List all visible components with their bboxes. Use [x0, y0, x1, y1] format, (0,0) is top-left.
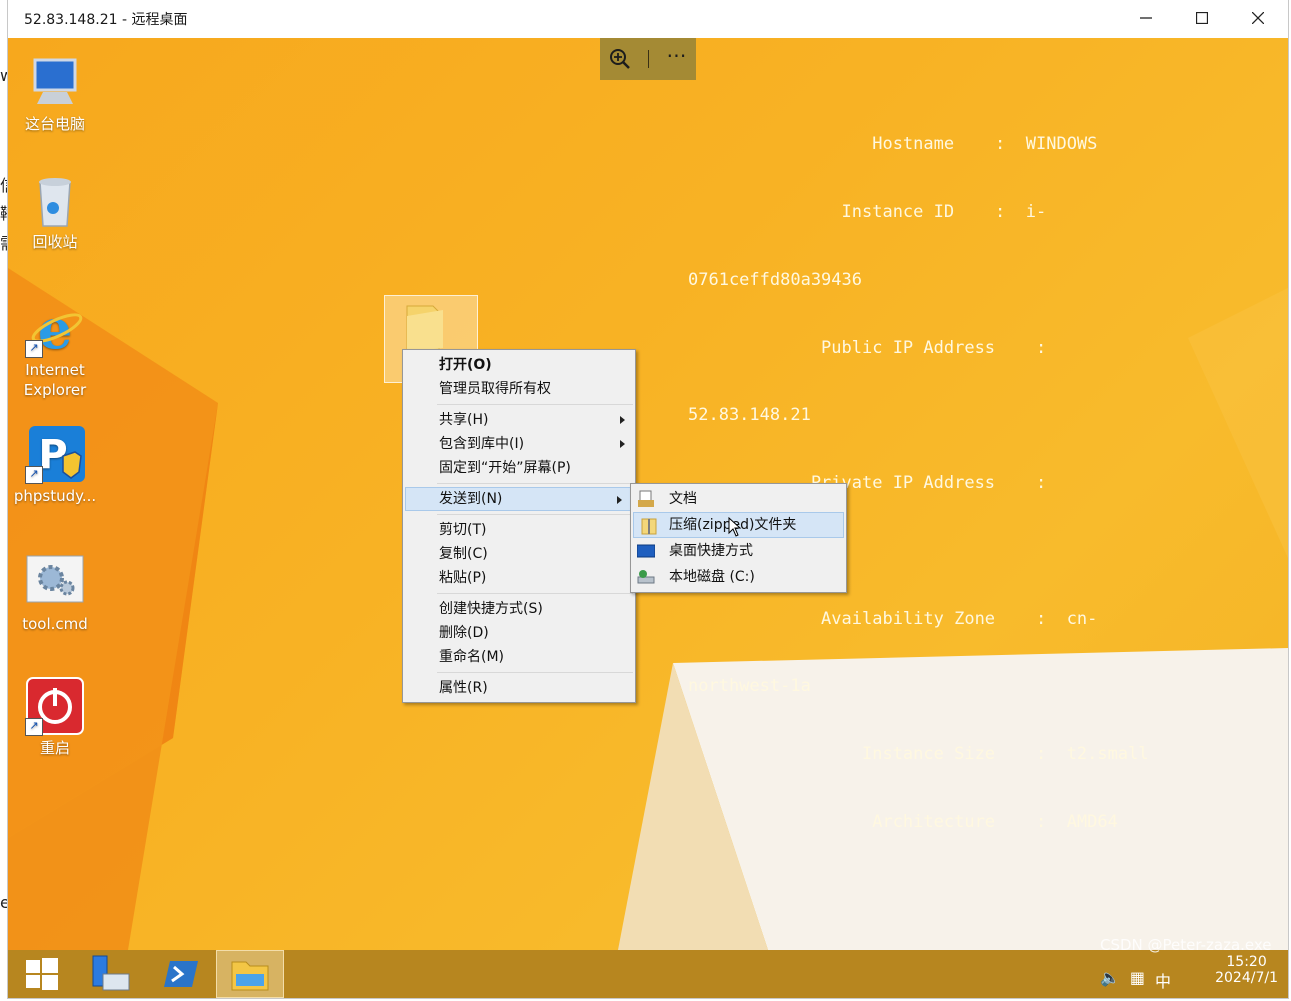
info-line: Availability Zone : cn- [688, 608, 1098, 629]
zoom-in-icon[interactable] [609, 48, 631, 70]
gear-icon [25, 552, 85, 612]
menu-item-pin-start[interactable]: 固定到“开始”屏幕(P) [403, 456, 635, 480]
info-line: Architecture : AMD64 [688, 812, 1118, 832]
mouse-cursor-icon [728, 517, 742, 537]
drive-icon [637, 570, 655, 584]
info-line: 0761ceffd80a39436 [688, 269, 862, 290]
desktop-icon [637, 544, 655, 558]
info-line: 52.83.148.21 [688, 405, 811, 426]
taskbar-file-explorer[interactable] [216, 950, 284, 998]
documents-icon [638, 490, 654, 507]
window-titlebar: 52.83.148.21 - 远程桌面 [8, 0, 1288, 38]
system-tray: 🔈 ▦ 中 [1100, 968, 1171, 992]
menu-item-open[interactable]: 打开(O) [403, 353, 635, 377]
close-icon [1252, 12, 1264, 24]
menu-divider [437, 404, 633, 405]
icon-label: 重启 [39, 739, 70, 757]
submenu-arrow-icon [620, 416, 625, 424]
desktop-icon-restart[interactable]: ↗ 重启 [9, 676, 101, 758]
send-to-desktop-shortcut[interactable]: 桌面快捷方式 [631, 538, 846, 564]
volume-icon[interactable]: 🔈 [1100, 968, 1120, 992]
send-to-submenu: 文档 压缩(zipped)文件夹 桌面快捷方式 本地磁盘 (C:) [630, 483, 847, 593]
shortcut-arrow-icon: ↗ [25, 466, 43, 484]
minimize-button[interactable] [1118, 0, 1174, 36]
send-to-documents[interactable]: 文档 [631, 486, 846, 512]
send-to-local-disk[interactable]: 本地磁盘 (C:) [631, 564, 846, 590]
desktop-icon-this-pc[interactable]: 这台电脑 [9, 52, 101, 134]
info-line: Instance Size : t2.small [688, 744, 1149, 765]
context-menu: 打开(O) 管理员取得所有权 共享(H) 包含到库中(I) 固定到“开始”屏幕(… [402, 349, 636, 703]
remote-desktop: ⋯ Hostname : WINDOWS Instance ID : i- 07… [8, 38, 1288, 998]
menu-label: 文档 [669, 491, 697, 507]
menu-label: 包含到库中(I) [439, 436, 525, 452]
maximize-icon [1196, 12, 1208, 24]
menu-item-create-shortcut[interactable]: 创建快捷方式(S) [403, 597, 635, 621]
shortcut-arrow-icon: ↗ [25, 718, 43, 736]
more-options-button[interactable]: ⋯ [666, 43, 687, 67]
clock-time: 15:20 [1226, 954, 1267, 970]
menu-label: 发送到(N) [439, 491, 503, 507]
server-manager-icon [92, 955, 130, 991]
info-line: Instance ID : i- [688, 201, 1047, 222]
desktop-icon-phpstudy[interactable]: P ↗ phpstudy... [9, 424, 101, 506]
taskbar-powershell[interactable] [148, 950, 216, 998]
icon-label: 回收站 [32, 233, 78, 251]
start-button[interactable] [8, 950, 76, 998]
icon-label: tool.cmd [22, 615, 88, 633]
minimize-icon [1140, 17, 1152, 19]
submenu-arrow-icon [620, 440, 625, 448]
maximize-button[interactable] [1174, 0, 1230, 36]
menu-item-include-library[interactable]: 包含到库中(I) [403, 432, 635, 456]
taskbar-server-manager[interactable] [76, 950, 144, 998]
phpstudy-icon: P ↗ [25, 424, 85, 484]
computer-icon [25, 52, 85, 112]
menu-item-delete[interactable]: 删除(D) [403, 621, 635, 645]
info-line: northwest-1a [688, 676, 811, 697]
network-icon[interactable]: ▦ [1130, 968, 1145, 992]
desktop-icon-tool-cmd[interactable]: tool.cmd [9, 552, 101, 634]
zip-folder-icon [641, 518, 657, 535]
watermark-text: CSDN @Peter-zaza.exe [1100, 936, 1272, 954]
close-button[interactable] [1230, 0, 1286, 36]
icon-label: Explorer [23, 381, 87, 399]
remote-desktop-window: 52.83.148.21 - 远程桌面 ⋯ Hostname: WINDOWS… [8, 0, 1288, 998]
menu-label: 本地磁盘 (C:) [669, 569, 755, 585]
internet-explorer-icon: e ↗ [25, 297, 85, 361]
menu-item-share[interactable]: 共享(H) [403, 408, 635, 432]
window-title: 52.83.148.21 - 远程桌面 [24, 12, 188, 28]
powershell-icon [164, 961, 198, 987]
folder-icon [231, 961, 269, 991]
clock-date: 2024/7/1 [1215, 970, 1278, 986]
menu-divider [437, 672, 633, 673]
menu-label: 共享(H) [439, 412, 489, 428]
menu-item-take-ownership[interactable]: 管理员取得所有权 [403, 377, 635, 401]
menu-item-rename[interactable]: 重命名(M) [403, 645, 635, 669]
icon-label: Internet [25, 361, 85, 379]
menu-item-send-to[interactable]: 发送到(N) [405, 487, 633, 511]
toolbar-divider [647, 50, 649, 68]
info-line: Hostname : WINDOWS [688, 134, 1098, 155]
shortcut-arrow-icon: ↗ [25, 340, 43, 358]
recycle-bin-icon [25, 170, 85, 230]
power-icon: ↗ [25, 676, 85, 736]
desktop-icon-internet-explorer[interactable]: e ↗ Internet Explorer [9, 297, 101, 400]
menu-divider [437, 593, 633, 594]
menu-item-cut[interactable]: 剪切(T) [403, 518, 635, 542]
menu-label: 桌面快捷方式 [669, 543, 753, 559]
taskbar: 🔈 ▦ 中 15:20 2024/7/1 [8, 950, 1288, 998]
menu-item-paste[interactable]: 粘贴(P) [403, 566, 635, 590]
ime-indicator[interactable]: 中 [1155, 968, 1171, 992]
icon-label: phpstudy... [13, 487, 97, 505]
menu-item-copy[interactable]: 复制(C) [403, 542, 635, 566]
menu-divider [437, 514, 633, 515]
submenu-arrow-icon [617, 496, 622, 504]
desktop-icon-recycle-bin[interactable]: 回收站 [9, 170, 101, 252]
windows-logo-icon [26, 958, 58, 990]
clock[interactable]: 15:20 2024/7/1 [1215, 954, 1278, 986]
menu-divider [437, 483, 633, 484]
rdp-connection-bar: ⋯ [600, 38, 696, 80]
info-line: Public IP Address : [688, 337, 1047, 358]
menu-item-properties[interactable]: 属性(R) [403, 676, 635, 700]
icon-label: 这台电脑 [24, 115, 85, 133]
